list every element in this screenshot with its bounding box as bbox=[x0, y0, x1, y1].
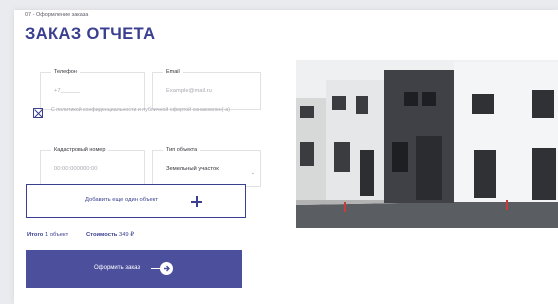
add-object-label: Добавить еще один объект bbox=[85, 197, 158, 203]
page-title: ЗАКАЗ ОТЧЕТА bbox=[25, 25, 156, 43]
cost-summary: Стоимость 349 ₽ bbox=[86, 232, 134, 238]
breadcrumb[interactable]: 07 - Оформление заказа bbox=[25, 12, 88, 18]
order-button-label: Оформить заказ bbox=[94, 265, 141, 271]
phone-input[interactable]: +7______ bbox=[54, 88, 80, 94]
cost-label: Стоимость bbox=[86, 232, 118, 238]
email-input[interactable]: Example@mail.ru bbox=[166, 88, 212, 94]
cadastral-input[interactable]: 00:00:000000:00 bbox=[54, 166, 98, 172]
arrow-right-icon bbox=[160, 262, 173, 275]
total-label: Итого bbox=[27, 232, 44, 238]
cost-value: 349 ₽ bbox=[118, 232, 134, 238]
consent-checkbox[interactable] bbox=[33, 108, 43, 118]
consent-text: С политикой конфиденциальности и публичн… bbox=[51, 107, 230, 113]
townhouse-photo bbox=[296, 60, 558, 228]
chevron-down-icon: ⌄ bbox=[250, 170, 255, 176]
phone-field[interactable]: Телефон +7______ bbox=[40, 69, 145, 110]
add-object-button[interactable]: Добавить еще один объект bbox=[26, 184, 246, 218]
order-button[interactable]: Оформить заказ bbox=[26, 250, 242, 288]
total-summary: Итого 1 объект bbox=[27, 232, 68, 238]
email-label: Email bbox=[163, 69, 183, 75]
object-type-select[interactable]: Тип объекта Земельный участок ⌄ bbox=[152, 147, 261, 187]
total-value: 1 объект bbox=[44, 232, 69, 238]
object-type-label: Тип объекта bbox=[163, 147, 201, 153]
email-field[interactable]: Email Example@mail.ru bbox=[152, 69, 261, 110]
cadastral-field[interactable]: Кадастровый номер 00:00:000000:00 bbox=[40, 147, 145, 187]
object-type-value: Земельный участок bbox=[166, 166, 219, 172]
phone-label: Телефон bbox=[51, 69, 80, 75]
cadastral-label: Кадастровый номер bbox=[51, 147, 109, 153]
